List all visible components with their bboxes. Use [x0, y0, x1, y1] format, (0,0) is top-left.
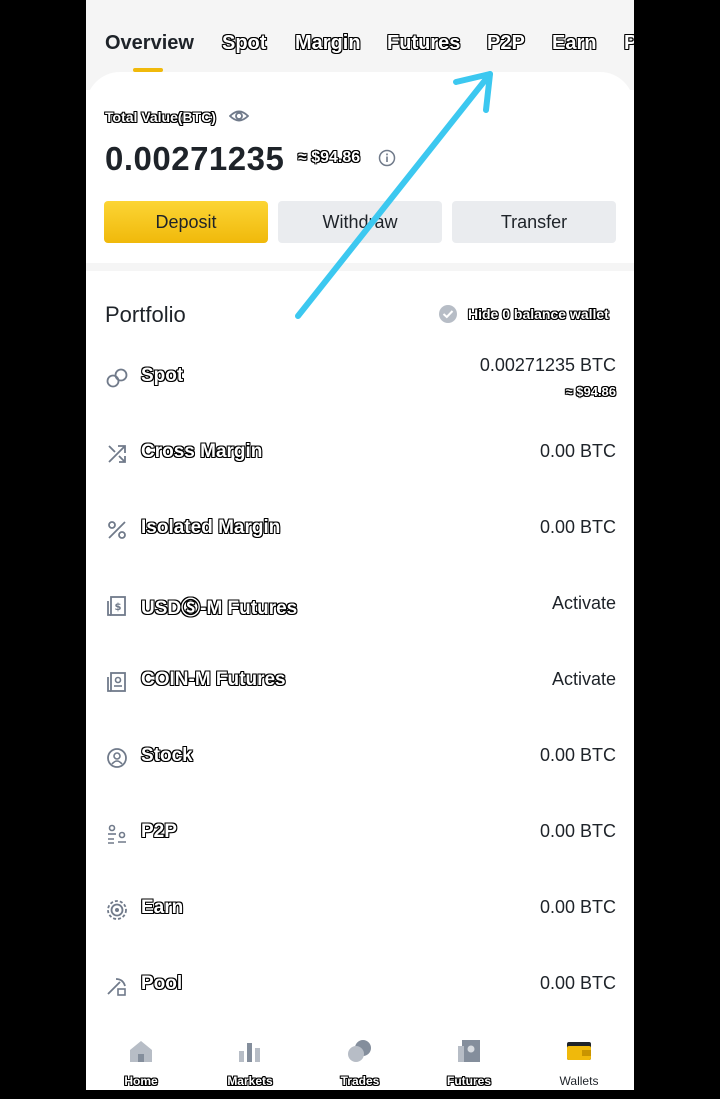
system-bottom-bar — [86, 1090, 634, 1099]
annotation-arrow-icon — [295, 71, 493, 319]
